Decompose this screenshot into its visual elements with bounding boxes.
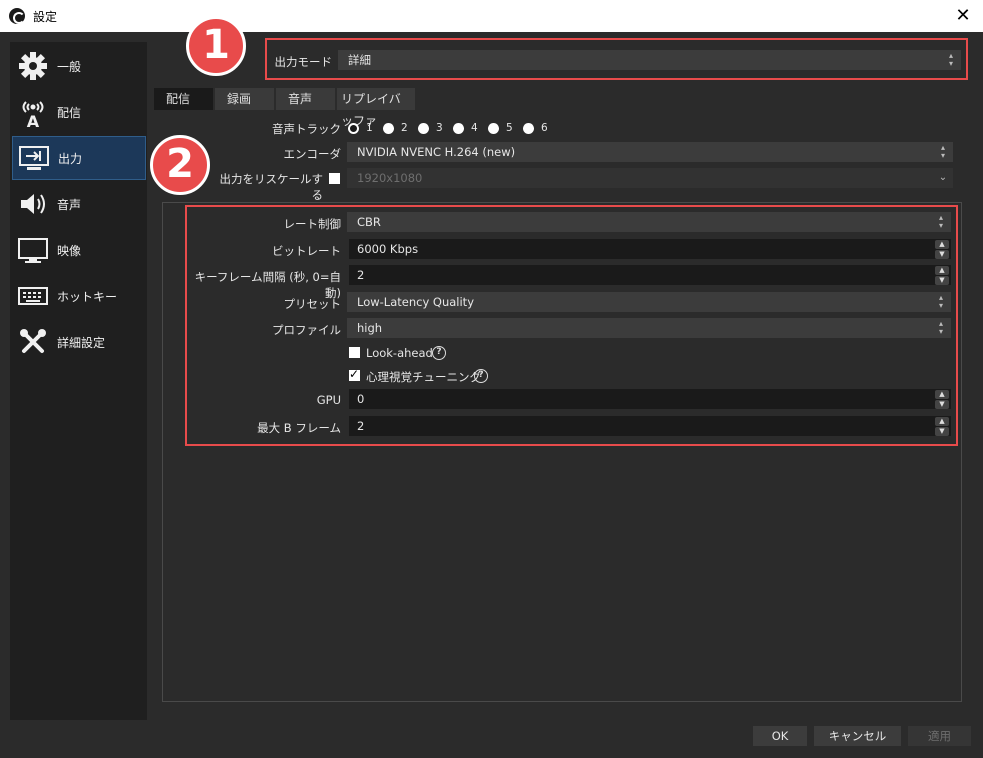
chevron-updown-icon: ▴ ▾ [940,143,945,160]
annotation-badge-one: 1 [186,16,246,76]
encoder-label: エンコーダ [283,147,342,161]
sidebar-item-video[interactable]: 映像 [12,228,146,272]
close-icon[interactable]: ✕ [951,4,975,28]
rescale-checkbox[interactable] [329,173,340,184]
settings-sidebar: 一般 A 配信 出力 音声 映像 ホットキー 詳細設定 [10,42,147,720]
speaker-icon [15,186,51,222]
sidebar-item-output[interactable]: 出力 [12,136,146,180]
audio-track-radio-label: 2 [401,122,408,134]
gear-icon [15,48,51,84]
sidebar-item-label: 詳細設定 [57,335,106,350]
sidebar-item-label: ホットキー [57,289,118,304]
sidebar-item-general[interactable]: 一般 [12,44,146,88]
audio-track-radio-label: 1 [366,122,373,134]
output-monitor-icon [16,140,52,176]
audio-track-label: 音声トラック [272,122,341,136]
tools-icon [15,324,51,360]
annotation-box-encoder-settings [185,205,958,446]
keyboard-icon [15,278,51,314]
audio-track-radio-5[interactable] [488,123,499,134]
audio-track-radio-label: 5 [506,122,513,134]
audio-track-radio-label: 4 [471,122,478,134]
ok-button[interactable]: OK [753,726,807,746]
sidebar-item-label: 出力 [58,151,83,166]
sidebar-item-label: 映像 [57,243,82,258]
sidebar-item-hotkeys[interactable]: ホットキー [12,274,146,318]
tab-stream[interactable]: 配信 [154,88,213,110]
sidebar-item-label: 音声 [57,197,82,212]
audio-track-radio-label: 3 [436,122,443,134]
rescale-label: 出力をリスケールする [219,172,324,202]
audio-track-radio-label: 6 [541,122,548,134]
audio-track-radio-2[interactable] [383,123,394,134]
rescale-resolution-select: 1920x1080 ⌄ [347,168,953,188]
svg-text:A: A [27,112,40,128]
title-bar: 設定 ✕ [0,0,983,32]
annotation-box-output-mode [265,38,968,80]
rescale-resolution-value: 1920x1080 [357,171,423,185]
audio-track-radio-6[interactable] [523,123,534,134]
broadcast-antenna-icon: A [15,94,51,130]
audio-track-radio-3[interactable] [418,123,429,134]
window-title: 設定 [33,9,58,24]
apply-button: 適用 [908,726,971,746]
monitor-icon [15,232,51,268]
encoder-value: NVIDIA NVENC H.264 (new) [357,145,516,159]
annotation-badge-two: 2 [150,135,210,195]
tab-replay-buffer[interactable]: リプレイバッファ [337,88,415,128]
audio-track-radio-4[interactable] [453,123,464,134]
sidebar-item-advanced[interactable]: 詳細設定 [12,320,146,364]
output-tabs: 配信 録画 音声 リプレイバッファ [154,88,417,128]
sidebar-item-stream[interactable]: A 配信 [12,90,146,134]
obs-logo-icon [9,8,25,24]
audio-track-radio-1[interactable] [348,123,359,134]
sidebar-item-label: 配信 [57,105,82,120]
sidebar-item-label: 一般 [57,59,82,74]
chevron-down-icon: ⌄ [938,172,948,183]
encoder-select[interactable]: NVIDIA NVENC H.264 (new) ▴ ▾ [347,142,953,162]
tab-audio[interactable]: 音声 [276,88,335,110]
cancel-button[interactable]: キャンセル [814,726,901,746]
tab-recording[interactable]: 録画 [215,88,274,110]
sidebar-item-audio[interactable]: 音声 [12,182,146,226]
